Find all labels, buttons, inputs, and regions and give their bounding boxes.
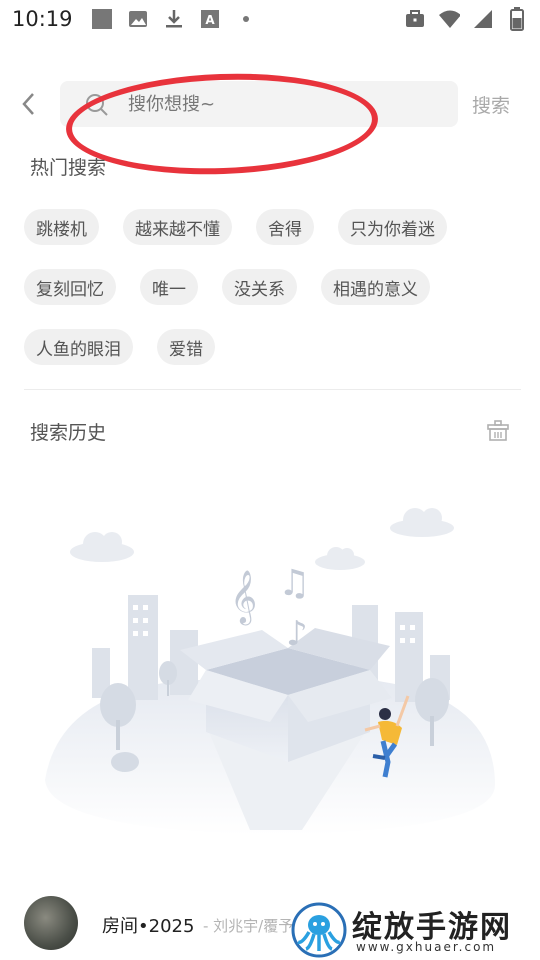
square-notification-icon [91, 8, 113, 30]
hot-search-title: 热门搜索 [30, 157, 107, 179]
chip-row: 复刻回忆 唯一 没关系 相遇的意义 [24, 269, 524, 305]
hot-search-chip[interactable]: 跳楼机 [24, 209, 99, 245]
hot-search-chip[interactable]: 舍得 [256, 209, 314, 245]
search-button[interactable]: 搜索 [472, 91, 510, 118]
status-time: 10:19 [12, 7, 73, 31]
battery-icon [506, 7, 528, 31]
svg-text:A: A [205, 13, 215, 27]
back-button[interactable] [14, 89, 44, 119]
hot-search-chip[interactable]: 越来越不懂 [123, 209, 232, 245]
hot-search-chip[interactable]: 人鱼的眼泪 [24, 329, 133, 365]
divider [24, 389, 521, 390]
hot-search-chip[interactable]: 只为你着迷 [338, 209, 447, 245]
watermark-url: www.gxhuaer.com [356, 940, 497, 954]
chip-row: 跳楼机 越来越不懂 舍得 只为你着迷 [24, 209, 524, 245]
hot-search-chip[interactable]: 爱错 [157, 329, 215, 365]
hot-search-chip[interactable]: 唯一 [140, 269, 198, 305]
download-icon [163, 8, 185, 30]
hot-search-chip[interactable]: 相遇的意义 [321, 269, 430, 305]
wifi-icon [438, 8, 460, 30]
image-icon [127, 8, 149, 30]
chip-row: 人鱼的眼泪 爱错 [24, 329, 524, 365]
clear-history-icon[interactable] [486, 420, 510, 442]
hot-search-chip[interactable]: 没关系 [222, 269, 297, 305]
search-history-title: 搜索历史 [30, 422, 107, 444]
signal-icon [472, 8, 494, 30]
svg-text:♪: ♪ [286, 614, 308, 654]
empty-history-illustration: 𝄞 ♫ ♪ [45, 508, 495, 835]
song-title: 房间•2025 [102, 916, 195, 937]
octopus-logo-icon [291, 902, 347, 958]
hot-search-chips: 跳楼机 越来越不懂 舍得 只为你着迷 复刻回忆 唯一 没关系 相遇的意义 人鱼的… [24, 209, 524, 389]
search-box[interactable] [60, 81, 458, 127]
status-bar: 10:19 A [0, 0, 540, 38]
chevron-left-icon [22, 93, 34, 115]
site-watermark: 绽放手游网 www.gxhuaer.com [290, 902, 535, 958]
text-a-icon: A [199, 8, 221, 30]
search-input[interactable] [128, 81, 428, 127]
search-row: 搜索 [0, 81, 540, 127]
search-icon [84, 92, 110, 118]
briefcase-icon [404, 8, 426, 30]
hot-search-chip[interactable]: 复刻回忆 [24, 269, 116, 305]
svg-text:♫: ♫ [278, 563, 310, 604]
album-cover[interactable] [24, 896, 78, 950]
dot-icon [235, 8, 257, 30]
song-artist: - 刘兆宇/覆予 [203, 917, 294, 935]
svg-text:𝄞: 𝄞 [230, 569, 257, 625]
